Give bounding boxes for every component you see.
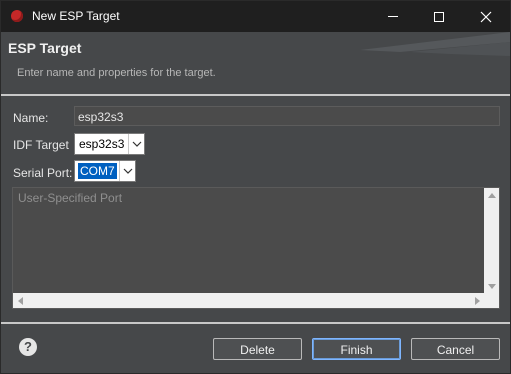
new-esp-target-dialog: New ESP Target ESP Target Enter name and… <box>0 0 511 374</box>
scrollbar-corner <box>484 293 499 308</box>
minimize-button[interactable] <box>370 1 416 32</box>
header-divider <box>1 94 510 96</box>
close-button[interactable] <box>463 1 509 32</box>
idf-target-label: IDF Target <box>13 138 69 152</box>
scroll-left-icon[interactable] <box>18 297 23 305</box>
serial-port-select[interactable]: COM7 <box>74 160 136 182</box>
textarea-placeholder: User-Specified Port <box>18 191 123 205</box>
delete-button[interactable]: Delete <box>213 338 302 360</box>
name-field[interactable]: esp32s3 <box>74 106 500 126</box>
idf-target-select[interactable]: esp32s3 <box>74 133 145 155</box>
chevron-down-icon[interactable] <box>119 161 135 181</box>
maximize-icon <box>434 11 444 22</box>
vertical-scrollbar[interactable] <box>484 188 499 294</box>
close-icon <box>480 11 492 22</box>
cancel-button[interactable]: Cancel <box>411 338 500 360</box>
idf-target-value: esp32s3 <box>79 137 125 151</box>
window-title: New ESP Target <box>32 9 120 23</box>
page-description: Enter name and properties for the target… <box>17 67 216 79</box>
scroll-down-icon[interactable] <box>488 284 496 289</box>
header-banner: ESP Target Enter name and properties for… <box>1 32 510 88</box>
finish-button[interactable]: Finish <box>312 338 401 360</box>
serial-port-value: COM7 <box>78 163 117 179</box>
scroll-up-icon[interactable] <box>488 193 496 198</box>
title-bar: New ESP Target <box>1 1 510 32</box>
maximize-button[interactable] <box>416 1 462 32</box>
scroll-right-icon[interactable] <box>475 297 480 305</box>
serial-port-label: Serial Port: <box>13 166 73 180</box>
chevron-down-icon[interactable] <box>128 134 144 154</box>
banner-decoration-icon <box>360 32 510 56</box>
page-title: ESP Target <box>8 40 82 56</box>
user-specified-port-textarea[interactable]: User-Specified Port <box>12 187 500 309</box>
horizontal-scrollbar[interactable] <box>13 293 485 308</box>
app-icon <box>11 10 23 22</box>
footer-divider <box>1 322 510 324</box>
minimize-icon <box>388 16 398 17</box>
help-icon[interactable]: ? <box>19 338 37 356</box>
name-label: Name: <box>13 111 49 125</box>
